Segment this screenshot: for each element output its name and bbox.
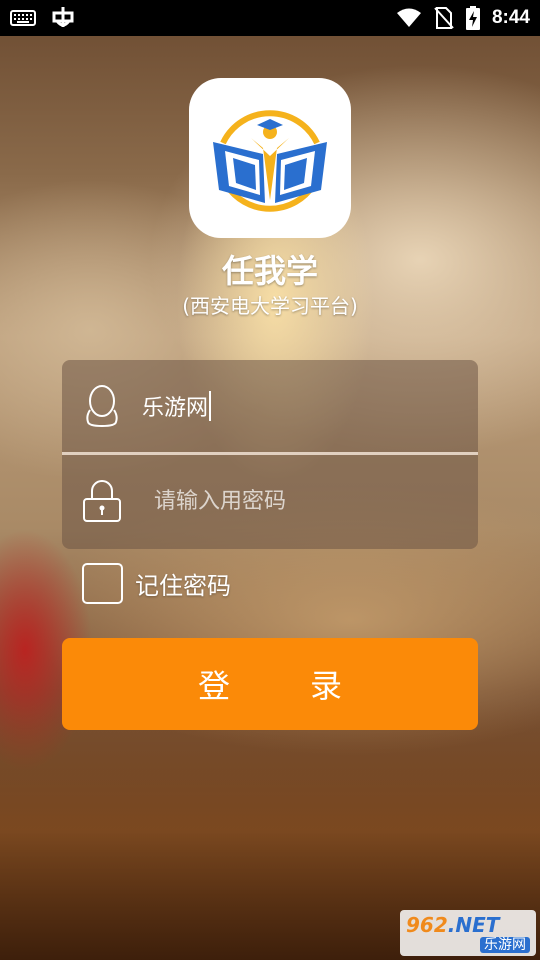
username-row[interactable]: 乐游网 <box>62 360 478 452</box>
username-input[interactable]: 乐游网 <box>142 390 212 422</box>
text-caret <box>209 391 212 421</box>
remember-password-checkbox[interactable] <box>82 563 123 604</box>
wifi-icon <box>396 8 422 28</box>
open-book-graduate-logo-icon <box>213 110 327 212</box>
no-sim-icon <box>434 7 454 29</box>
app-subtitle: (西安电大学习平台) <box>182 294 358 318</box>
remember-password-label: 记住密码 <box>135 572 231 600</box>
app-logo <box>189 78 351 238</box>
lock-icon <box>62 479 142 523</box>
watermark-brand: 962.NET <box>406 912 500 937</box>
login-button[interactable]: 登录 <box>62 638 478 730</box>
keyboard-icon <box>10 9 36 27</box>
remember-password[interactable]: 记住密码 <box>82 563 231 604</box>
username-value: 乐游网 <box>142 396 209 421</box>
password-row[interactable] <box>62 455 478 547</box>
app-name: 任我学 <box>221 252 318 290</box>
status-bar: 8:44 <box>0 0 540 36</box>
login-form: 乐游网 <box>62 360 478 549</box>
clock: 8:44 <box>491 7 530 28</box>
user-icon <box>62 384 142 428</box>
site-watermark: 962.NET 乐游网 <box>400 910 536 956</box>
bug-icon <box>50 5 76 31</box>
watermark-site-name: 乐游网 <box>480 936 530 953</box>
battery-charging-icon <box>465 6 480 30</box>
password-input[interactable] <box>142 488 478 514</box>
